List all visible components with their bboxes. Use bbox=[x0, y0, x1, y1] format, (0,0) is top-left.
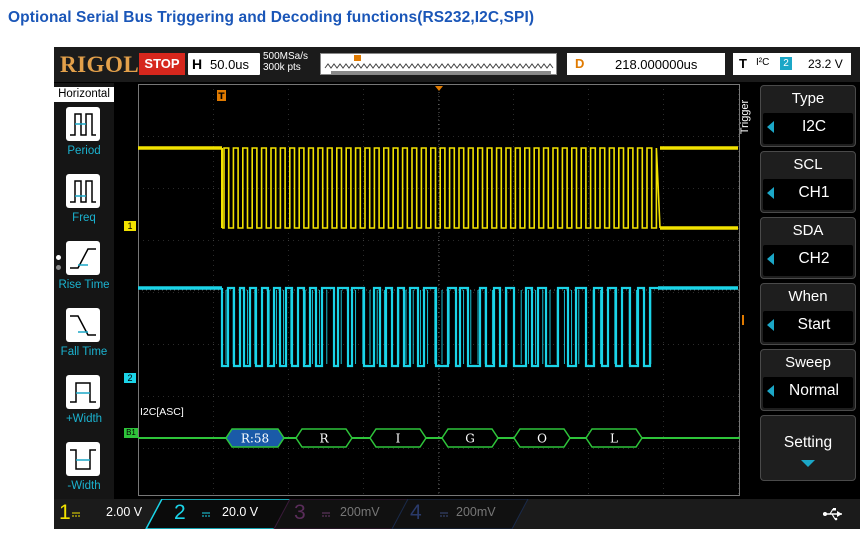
horizontal-timebase[interactable]: H 50.0us bbox=[188, 53, 260, 75]
trigger-menu: Trigger Type I2C SCL CH1 SDA CH2 When St… bbox=[739, 83, 860, 499]
bus-frame-text: L bbox=[610, 432, 618, 446]
bus-frame-text: O bbox=[537, 432, 547, 446]
down-arrow-icon bbox=[801, 460, 815, 467]
memory-overview bbox=[320, 53, 557, 75]
trigger-sweep-header: Sweep bbox=[785, 354, 831, 371]
delay-value: 218.000000us bbox=[615, 57, 698, 72]
trigger-type-valbox: I2C bbox=[763, 113, 853, 144]
trigger-scl-valbox: CH1 bbox=[763, 179, 853, 210]
period-icon bbox=[66, 107, 100, 141]
trigger-menu-title: Trigger bbox=[739, 99, 752, 135]
measure-positive-width[interactable]: +Width bbox=[54, 371, 114, 435]
memory-depth: 300k pts bbox=[263, 62, 301, 73]
ch3-number[interactable]: 3 bbox=[294, 501, 306, 525]
measure-rise-time-label: Rise Time bbox=[58, 279, 110, 291]
trigger-sda-value: CH2 bbox=[798, 250, 830, 267]
trigger-when-value: Start bbox=[797, 316, 831, 333]
trigger-channel-badge: 2 bbox=[780, 57, 792, 70]
trigger-type-button[interactable]: Type I2C bbox=[760, 85, 856, 147]
acquisition-info: 500MSa/s 300k pts bbox=[263, 51, 308, 73]
brand-logo: RIGOL bbox=[60, 52, 140, 77]
page-title: Optional Serial Bus Triggering and Decod… bbox=[8, 9, 535, 26]
run-stop-status[interactable]: STOP bbox=[139, 53, 185, 75]
trigger-when-header: When bbox=[788, 288, 828, 305]
horizontal-key: H bbox=[192, 56, 203, 72]
ch1-number[interactable]: 1 bbox=[59, 501, 71, 525]
trigger-setting-label: Setting bbox=[783, 434, 833, 451]
measure-negative-width[interactable]: -Width bbox=[54, 438, 114, 502]
trigger-type-header: Type bbox=[791, 90, 825, 107]
measure-fall-time[interactable]: Fall Time bbox=[54, 304, 114, 368]
menu-page-indicator bbox=[56, 255, 61, 260]
bus-frame-text: G bbox=[465, 432, 475, 446]
ch2-scale: 20.0 V bbox=[222, 505, 259, 519]
ch1-marker[interactable]: 1 bbox=[124, 221, 136, 231]
ch4-scale: 200mV bbox=[456, 505, 496, 519]
trigger-when-button[interactable]: When Start bbox=[760, 283, 856, 345]
trigger-when-valbox: Start bbox=[763, 311, 853, 342]
frequency-icon bbox=[66, 174, 100, 208]
trigger-sweep-valbox: Normal bbox=[763, 377, 853, 408]
measure-rise-time[interactable]: Rise Time bbox=[54, 237, 114, 301]
trigger-sweep-value: Normal bbox=[789, 382, 839, 399]
bus-marker[interactable]: B1 bbox=[124, 428, 138, 438]
trigger-setting-button[interactable]: Setting bbox=[760, 415, 856, 481]
left-arrow-icon bbox=[767, 385, 774, 397]
sample-rate: 500MSa/s bbox=[263, 51, 309, 62]
negative-width-icon bbox=[66, 442, 100, 476]
trigger-key: T bbox=[739, 56, 747, 71]
waveform-graticule: T R:58 R I G O L I2C[ASC] bbox=[138, 84, 740, 496]
left-arrow-icon bbox=[767, 319, 774, 331]
ch3-scale: 200mV bbox=[340, 505, 380, 519]
positive-width-icon bbox=[66, 375, 100, 409]
trigger-scl-header: SCL bbox=[793, 156, 823, 173]
rise-time-icon bbox=[66, 241, 100, 275]
measure-freq[interactable]: Freq bbox=[54, 170, 114, 234]
trigger-type-value: I2C bbox=[801, 118, 827, 135]
measure-negative-width-label: -Width bbox=[67, 480, 101, 492]
measure-positive-width-label: +Width bbox=[65, 413, 103, 425]
trigger-sda-valbox: CH2 bbox=[763, 245, 853, 276]
left-arrow-icon bbox=[767, 121, 774, 133]
ch2-number[interactable]: 2 bbox=[174, 501, 186, 525]
delay-key: D bbox=[575, 56, 585, 71]
trigger-sda-button[interactable]: SDA CH2 bbox=[760, 217, 856, 279]
trigger-scl-button[interactable]: SCL CH1 bbox=[760, 151, 856, 213]
measure-menu-title: Horizontal bbox=[54, 87, 114, 102]
trigger-source: I²C bbox=[756, 57, 770, 68]
left-arrow-icon bbox=[767, 253, 774, 265]
measure-menu: Horizontal Period Freq Rise Time Fall Ti… bbox=[54, 83, 114, 499]
bus-label: I2C[ASC] bbox=[140, 406, 184, 418]
measure-period[interactable]: Period bbox=[54, 103, 114, 167]
bus-frame-text: R bbox=[319, 432, 329, 446]
menu-page-indicator-2 bbox=[56, 265, 61, 270]
trigger-status[interactable]: T I²C 2 23.2 V bbox=[733, 53, 851, 75]
trigger-level: 23.2 V bbox=[808, 57, 843, 71]
svg-text:T: T bbox=[218, 92, 225, 102]
ch4-number[interactable]: 4 bbox=[410, 501, 422, 525]
channel-bar: 1 2.00 V 2 20.0 V 3 200mV 4 200mV bbox=[54, 499, 860, 529]
ch2-marker[interactable]: 2 bbox=[124, 373, 136, 383]
trigger-scl-value: CH1 bbox=[798, 184, 830, 201]
fall-time-icon bbox=[66, 308, 100, 342]
measure-freq-label: Freq bbox=[72, 212, 96, 224]
measure-period-label: Period bbox=[67, 145, 101, 157]
bus-frame-text: R:58 bbox=[241, 432, 269, 446]
trigger-sda-header: SDA bbox=[792, 222, 824, 239]
trigger-sweep-button[interactable]: Sweep Normal bbox=[760, 349, 856, 411]
left-arrow-icon bbox=[767, 187, 774, 199]
top-status-bar: RIGOL STOP H 50.0us 500MSa/s 300k pts D … bbox=[54, 47, 860, 82]
delay-readout[interactable]: D 218.000000us bbox=[567, 53, 725, 75]
oscilloscope-screen: RIGOL STOP H 50.0us 500MSa/s 300k pts D … bbox=[54, 47, 860, 529]
measure-fall-time-label: Fall Time bbox=[60, 346, 108, 358]
waveform-display[interactable]: T R:58 R I G O L I2C[ASC] bbox=[138, 84, 740, 496]
horizontal-value: 50.0us bbox=[210, 57, 250, 72]
bus-frame-text: I bbox=[396, 432, 401, 446]
ch1-scale: 2.00 V bbox=[106, 505, 143, 519]
